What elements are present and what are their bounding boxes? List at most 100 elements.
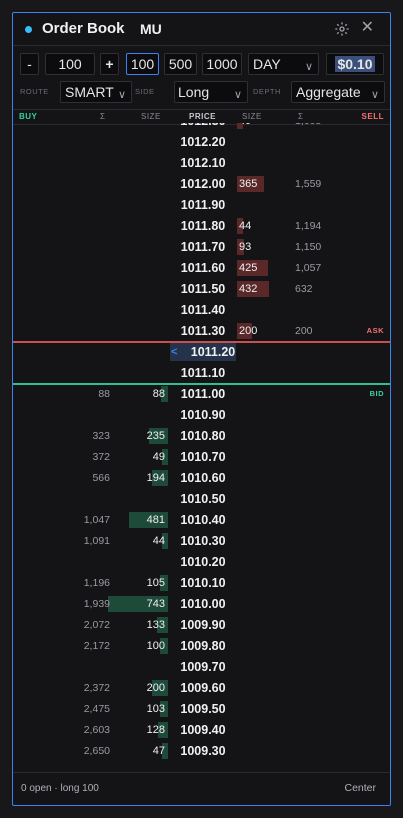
price-level[interactable]: 1012.20	[170, 132, 236, 152]
decrease-qty-button[interactable]: -	[20, 53, 39, 75]
bid-size[interactable]: 100	[147, 636, 165, 656]
ladder-row[interactable]: 1011.40	[13, 300, 390, 320]
gear-icon[interactable]	[334, 21, 350, 37]
ladder-row[interactable]: 1011.60 425 1,057	[13, 258, 390, 278]
center-button[interactable]: Center	[344, 782, 376, 794]
price-level[interactable]: 1012.00	[170, 174, 236, 194]
ladder-row[interactable]: 1012.3049 1,608	[13, 123, 390, 131]
price-level[interactable]: 1010.40	[170, 510, 236, 530]
ladder-row[interactable]: <1011.20	[13, 342, 390, 362]
bid-size[interactable]: 103	[147, 699, 165, 719]
ladder-row[interactable]: 88 88 1011.00 BID	[13, 384, 390, 404]
ladder-row[interactable]: 103 2,475 1009.50	[13, 699, 390, 719]
price-level[interactable]: 1011.30	[170, 321, 236, 341]
ladder-row[interactable]: 1011.70 93 1,150	[13, 237, 390, 257]
ladder-row[interactable]: 100 2,172 1009.80	[13, 636, 390, 656]
ladder-row[interactable]: 44 1,091 1010.30	[13, 531, 390, 551]
quantity-input[interactable]: 100	[45, 53, 95, 75]
price-level[interactable]: 1012.10	[170, 153, 236, 173]
price-level[interactable]: 1010.10	[170, 573, 236, 593]
ladder-row[interactable]: 1011.80 44 1,194	[13, 216, 390, 236]
ask-size[interactable]: 49	[239, 123, 251, 131]
ladder-row[interactable]: 194 566 1010.60	[13, 468, 390, 488]
ladder-row[interactable]: 47 2,650 1009.30	[13, 741, 390, 761]
ladder-row[interactable]: 1012.20	[13, 132, 390, 152]
route-select[interactable]: SMART ∨	[60, 81, 132, 103]
ladder-row[interactable]: 1012.10	[13, 153, 390, 173]
price-level[interactable]: 1009.40	[170, 720, 236, 740]
ladder-row[interactable]: 1011.50 432 632	[13, 279, 390, 299]
preset-100-button[interactable]: 100	[126, 53, 159, 75]
bid-size[interactable]: 194	[147, 468, 165, 488]
price-level[interactable]: 1009.30	[170, 741, 236, 761]
tif-select[interactable]: DAY ∨	[248, 53, 319, 75]
preset-500-button[interactable]: 500	[164, 53, 197, 75]
price-level[interactable]: 1011.80	[170, 216, 236, 236]
ladder-row[interactable]: 743 1,939 1010.00	[13, 594, 390, 614]
bid-size[interactable]: 47	[153, 741, 165, 761]
bid-size[interactable]: 49	[153, 447, 165, 467]
ask-size[interactable]: 425	[239, 258, 257, 278]
price-level[interactable]: 1011.10	[170, 363, 236, 383]
price-level[interactable]: 1010.20	[170, 552, 236, 572]
ladder-row[interactable]: 1010.20	[13, 552, 390, 572]
price-level[interactable]: 1011.00	[170, 384, 236, 404]
ladder-row[interactable]: 105 1,196 1010.10	[13, 573, 390, 593]
ladder-row[interactable]: 1011.10	[13, 363, 390, 383]
bid-label: BID	[369, 389, 384, 398]
ladder-row[interactable]: 200 2,372 1009.60	[13, 678, 390, 698]
close-icon[interactable]: ✕	[361, 20, 374, 36]
tick-size-input[interactable]: $0.10	[326, 53, 384, 75]
increase-qty-button[interactable]: +	[100, 53, 119, 75]
bid-size[interactable]: 743	[147, 594, 165, 614]
price-level[interactable]: 1010.80	[170, 426, 236, 446]
price-level[interactable]: 1012.30	[170, 123, 236, 131]
ask-size[interactable]: 432	[239, 279, 257, 299]
ladder-row[interactable]: 1010.90	[13, 405, 390, 425]
ladder-row[interactable]: 1012.00 365 1,559	[13, 174, 390, 194]
symbol-label[interactable]: MU	[140, 21, 162, 37]
price-level[interactable]: 1011.50	[170, 279, 236, 299]
price-level[interactable]: 1010.00	[170, 594, 236, 614]
ladder-row[interactable]: 128 2,603 1009.40	[13, 720, 390, 740]
price-level[interactable]: 1009.70	[170, 657, 236, 677]
ladder-row[interactable]: 133 2,072 1009.90	[13, 615, 390, 635]
ask-size[interactable]: 365	[239, 174, 257, 194]
ladder-row[interactable]: 49 372 1010.70	[13, 447, 390, 467]
bid-size[interactable]: 235	[147, 426, 165, 446]
bid-size[interactable]: 105	[147, 573, 165, 593]
ladder-row[interactable]: 1009.70	[13, 657, 390, 677]
ladder-row[interactable]: 1011.90	[13, 195, 390, 215]
price-level[interactable]: 1009.60	[170, 678, 236, 698]
ask-size[interactable]: 200	[239, 321, 257, 341]
price-level[interactable]: 1010.90	[170, 405, 236, 425]
bid-size[interactable]: 133	[147, 615, 165, 635]
price-level[interactable]: 1010.70	[170, 447, 236, 467]
ask-size[interactable]: 44	[239, 216, 251, 236]
bid-size[interactable]: 200	[147, 678, 165, 698]
ladder-row[interactable]: 1010.50	[13, 489, 390, 509]
bid-size[interactable]: 44	[153, 531, 165, 551]
bid-size[interactable]: 88	[153, 384, 165, 404]
ask-size[interactable]: 93	[239, 237, 251, 257]
bid-cumulative: 2,650	[83, 745, 110, 757]
price-level[interactable]: 1009.80	[170, 636, 236, 656]
price-level[interactable]: 1009.90	[170, 615, 236, 635]
depth-select[interactable]: Aggregate ∨	[291, 81, 385, 103]
price-level[interactable]: 1011.20	[170, 342, 246, 362]
price-level[interactable]: 1011.90	[170, 195, 236, 215]
side-select[interactable]: Long ∨	[174, 81, 248, 103]
price-level[interactable]: 1010.50	[170, 489, 236, 509]
price-level[interactable]: 1011.70	[170, 237, 236, 257]
ladder-row[interactable]: 481 1,047 1010.40	[13, 510, 390, 530]
bid-size[interactable]: 128	[147, 720, 165, 740]
preset-1000-button[interactable]: 1000	[202, 53, 242, 75]
price-level[interactable]: 1009.50	[170, 699, 236, 719]
ladder-row[interactable]: 1011.30 200 200 ASK	[13, 321, 390, 341]
price-level[interactable]: 1010.60	[170, 468, 236, 488]
bid-size[interactable]: 481	[147, 510, 165, 530]
price-level[interactable]: 1010.30	[170, 531, 236, 551]
price-level[interactable]: 1011.40	[170, 300, 236, 320]
price-level[interactable]: 1011.60	[170, 258, 236, 278]
ladder-row[interactable]: 235 323 1010.80	[13, 426, 390, 446]
